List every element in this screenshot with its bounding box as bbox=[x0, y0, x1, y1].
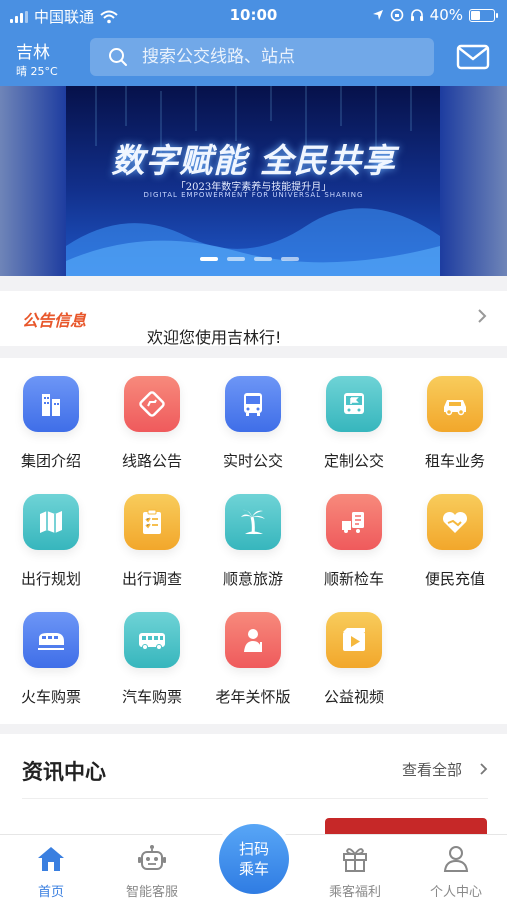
bus-flag-icon bbox=[326, 376, 382, 432]
train-icon bbox=[23, 612, 79, 668]
city-selector[interactable]: 吉林 bbox=[16, 38, 50, 63]
bus-front-icon bbox=[225, 376, 281, 432]
service-label: 汽车购票 bbox=[121, 688, 182, 706]
chevron-right-icon bbox=[478, 309, 487, 323]
banner-title: 数字赋能 全民共享 bbox=[111, 141, 396, 180]
service-label: 顺意旅游 bbox=[222, 570, 283, 588]
route-sign-icon bbox=[124, 376, 180, 432]
service-label: 出行规划 bbox=[20, 570, 81, 588]
service-route-notice[interactable]: 线路公告 bbox=[102, 358, 202, 476]
robot-icon bbox=[138, 845, 166, 870]
service-label: 出行调查 bbox=[121, 570, 182, 588]
scan-label-line1: 扫码 bbox=[238, 840, 269, 858]
service-label: 租车业务 bbox=[424, 452, 485, 470]
service-trip-survey[interactable]: 出行调查 bbox=[102, 476, 202, 594]
notice-text: 欢迎您使用吉林行! bbox=[147, 328, 282, 347]
view-all-link[interactable]: 查看全部 bbox=[402, 759, 462, 780]
notice-bar[interactable]: 公告信息 欢迎您使用吉林行! bbox=[0, 291, 507, 347]
inspection-truck-icon bbox=[326, 494, 382, 550]
service-trip-planning[interactable]: 出行规划 bbox=[1, 476, 101, 594]
tab-passenger-benefits[interactable]: 乘客福利 bbox=[305, 835, 405, 900]
service-label: 集团介绍 bbox=[20, 452, 81, 470]
search-icon bbox=[109, 48, 127, 66]
carousel-dot[interactable] bbox=[200, 257, 218, 261]
promo-banner[interactable]: 数字赋能 全民共享 「2023年数字素养与技能提升月」 DIGITAL EMPO… bbox=[0, 86, 507, 276]
status-bar: 中国联通 10:00 40% bbox=[0, 0, 507, 30]
service-vehicle-inspection[interactable]: 顺新检车 bbox=[304, 476, 404, 594]
banner-subtitle-en: DIGITAL EMPOWERMENT FOR UNIVERSAL SHARIN… bbox=[143, 191, 364, 199]
service-label: 公益视频 bbox=[323, 688, 384, 706]
service-custom-bus[interactable]: 定制公交 bbox=[304, 358, 404, 476]
elder-icon bbox=[225, 612, 281, 668]
service-train-tickets[interactable]: 火车购票 bbox=[1, 594, 101, 712]
divider bbox=[22, 798, 488, 799]
service-label: 顺新检车 bbox=[323, 570, 384, 588]
user-icon bbox=[443, 846, 469, 872]
building-icon bbox=[23, 376, 79, 432]
home-icon bbox=[38, 847, 64, 871]
map-icon bbox=[23, 494, 79, 550]
service-grid: 集团介绍 线路公告 实时公交 定制公交 租车业务 出行规划 出行调查 顺意旅游 … bbox=[0, 358, 507, 724]
tab-label: 智能客服 bbox=[125, 885, 178, 900]
location-arrow-icon bbox=[372, 10, 383, 20]
chevron-right-icon bbox=[480, 763, 488, 775]
service-realtime-bus[interactable]: 实时公交 bbox=[203, 358, 303, 476]
search-input[interactable] bbox=[142, 47, 422, 67]
mail-icon[interactable] bbox=[456, 44, 490, 70]
carousel-dot[interactable] bbox=[281, 257, 299, 261]
tab-label: 乘客福利 bbox=[328, 885, 381, 900]
tab-home[interactable]: 首页 bbox=[1, 835, 101, 900]
battery-percent: 40% bbox=[429, 6, 463, 24]
tab-label: 首页 bbox=[37, 885, 64, 900]
rotation-lock-icon bbox=[390, 8, 403, 22]
gift-icon bbox=[343, 848, 367, 872]
scan-button-face: 扫码 乘车 bbox=[219, 824, 289, 894]
scan-label-line2: 乘车 bbox=[238, 860, 269, 878]
car-icon bbox=[427, 376, 483, 432]
search-bar[interactable] bbox=[90, 38, 434, 76]
carousel-indicators[interactable] bbox=[200, 257, 299, 261]
coach-icon bbox=[124, 612, 180, 668]
service-label: 线路公告 bbox=[121, 452, 182, 470]
scan-to-ride-button[interactable]: 扫码 乘车 bbox=[214, 819, 294, 899]
top-header: 吉林 晴 25°C bbox=[0, 30, 507, 86]
battery-icon bbox=[469, 8, 498, 22]
tab-profile[interactable]: 个人中心 bbox=[406, 835, 506, 900]
video-icon bbox=[326, 612, 382, 668]
service-label: 老年关怀版 bbox=[215, 688, 291, 706]
carousel-dot[interactable] bbox=[227, 257, 245, 261]
clipboard-icon bbox=[124, 494, 180, 550]
news-title: 资讯中心 bbox=[22, 760, 106, 784]
service-recharge[interactable]: 便民充值 bbox=[405, 476, 505, 594]
tab-smart-service[interactable]: 智能客服 bbox=[102, 835, 202, 900]
service-label: 实时公交 bbox=[222, 452, 283, 470]
service-elder-mode[interactable]: 老年关怀版 bbox=[203, 594, 303, 712]
service-bus-tickets[interactable]: 汽车购票 bbox=[102, 594, 202, 712]
service-public-videos[interactable]: 公益视频 bbox=[304, 594, 404, 712]
notice-tag: 公告信息 bbox=[22, 311, 87, 330]
service-car-rental[interactable]: 租车业务 bbox=[405, 358, 505, 476]
service-travel[interactable]: 顺意旅游 bbox=[203, 476, 303, 594]
service-label: 便民充值 bbox=[424, 570, 485, 588]
carousel-dot[interactable] bbox=[254, 257, 272, 261]
service-group-intro[interactable]: 集团介绍 bbox=[1, 358, 101, 476]
tab-label: 个人中心 bbox=[429, 885, 482, 900]
heart-hand-icon bbox=[427, 494, 483, 550]
headphones-icon bbox=[410, 9, 423, 21]
service-label: 定制公交 bbox=[323, 452, 384, 470]
palm-tree-icon bbox=[225, 494, 281, 550]
weather-label: 晴 25°C bbox=[16, 65, 58, 78]
service-label: 火车购票 bbox=[20, 688, 81, 706]
